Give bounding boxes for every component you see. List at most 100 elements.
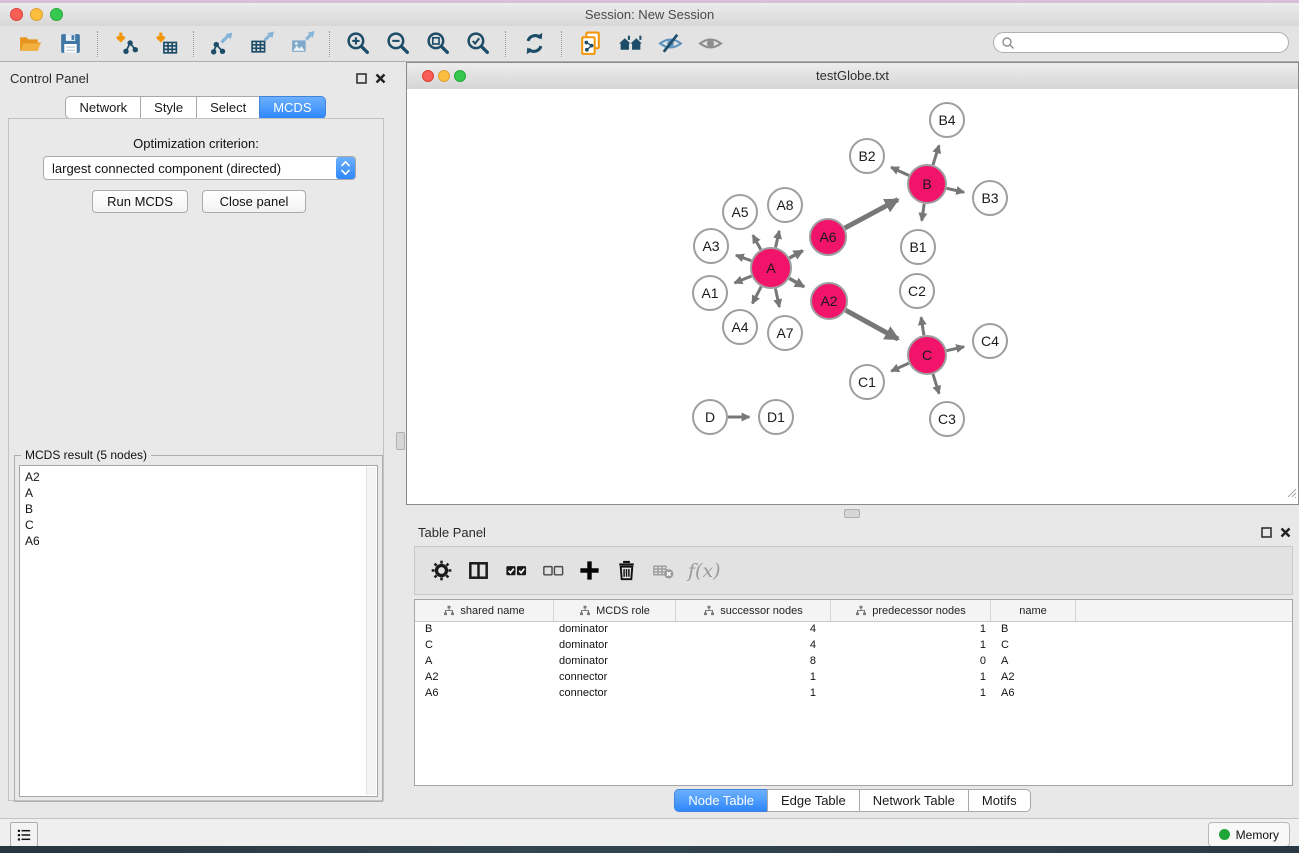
tab-network-table[interactable]: Network Table bbox=[859, 789, 969, 812]
table-cell[interactable]: 1 bbox=[676, 685, 831, 701]
table-cell[interactable]: A6 bbox=[991, 685, 1076, 701]
table-cell[interactable]: 4 bbox=[676, 637, 831, 653]
result-list-scrollbar[interactable] bbox=[366, 467, 376, 795]
toolbar-button-refresh[interactable] bbox=[519, 29, 549, 59]
graph-node-A8[interactable]: A8 bbox=[768, 188, 802, 222]
table-toolbar-button-add-column[interactable] bbox=[575, 556, 605, 586]
table-row[interactable]: Cdominator41C bbox=[415, 637, 1292, 653]
table-cell[interactable]: connector bbox=[554, 685, 676, 701]
close-panel-button[interactable]: Close panel bbox=[202, 190, 306, 213]
table-toolbar-button-delete-column[interactable] bbox=[612, 556, 642, 586]
memory-button[interactable]: Memory bbox=[1208, 822, 1290, 847]
graph-node-A4[interactable]: A4 bbox=[723, 310, 757, 344]
toolbar-button-home[interactable] bbox=[615, 29, 645, 59]
search-field[interactable] bbox=[993, 32, 1289, 53]
toolbar-button-export-image[interactable] bbox=[287, 29, 317, 59]
table-cell[interactable]: B bbox=[415, 621, 554, 637]
table-toolbar-button-select-all[interactable] bbox=[501, 556, 531, 586]
column-header-predecessor-nodes[interactable]: predecessor nodes bbox=[831, 600, 991, 621]
graph-node-C4[interactable]: C4 bbox=[973, 324, 1007, 358]
toolbar-button-import-network[interactable] bbox=[111, 29, 141, 59]
graph-edge-A-A7[interactable] bbox=[775, 289, 779, 307]
column-header-shared-name[interactable]: shared name bbox=[415, 600, 554, 621]
graph-node-C3[interactable]: C3 bbox=[930, 402, 964, 436]
close-table-panel-icon[interactable] bbox=[1279, 526, 1292, 539]
graph-node-A[interactable]: A bbox=[751, 248, 791, 288]
table-row[interactable]: Adominator80A bbox=[415, 653, 1292, 669]
graph-edge-B-B1[interactable] bbox=[922, 204, 924, 221]
run-mcds-button[interactable]: Run MCDS bbox=[92, 190, 188, 213]
table-cell[interactable]: C bbox=[415, 637, 554, 653]
graph-node-A1[interactable]: A1 bbox=[693, 276, 727, 310]
search-input[interactable] bbox=[1015, 34, 1288, 52]
table-cell[interactable]: A2 bbox=[415, 669, 554, 685]
mcds-result-item[interactable]: A bbox=[20, 485, 377, 501]
tab-mcds[interactable]: MCDS bbox=[259, 96, 325, 119]
vertical-splitter-grip[interactable] bbox=[396, 432, 405, 450]
close-panel-icon[interactable] bbox=[374, 72, 387, 85]
graph-edge-C-C3[interactable] bbox=[933, 374, 939, 394]
graph-node-C[interactable]: C bbox=[908, 336, 946, 374]
tab-network[interactable]: Network bbox=[65, 96, 141, 119]
table-cell[interactable]: 0 bbox=[831, 653, 991, 669]
graph-node-A2[interactable]: A2 bbox=[811, 283, 847, 319]
toolbar-button-export-table[interactable] bbox=[247, 29, 277, 59]
graph-node-B4[interactable]: B4 bbox=[930, 103, 964, 137]
table-cell[interactable]: 1 bbox=[831, 685, 991, 701]
table-cell[interactable]: 8 bbox=[676, 653, 831, 669]
table-cell[interactable]: dominator bbox=[554, 653, 676, 669]
column-header-successor-nodes[interactable]: successor nodes bbox=[676, 600, 831, 621]
graph-edge-C-C4[interactable] bbox=[947, 347, 965, 351]
graph-edge-B-B3[interactable] bbox=[947, 188, 965, 192]
tab-select[interactable]: Select bbox=[196, 96, 260, 119]
table-cell[interactable]: A2 bbox=[991, 669, 1076, 685]
graph-node-A7[interactable]: A7 bbox=[768, 316, 802, 350]
table-cell[interactable]: dominator bbox=[554, 637, 676, 653]
toolbar-button-save-session[interactable] bbox=[55, 29, 85, 59]
graph-edge-A6-B[interactable] bbox=[845, 200, 898, 228]
table-row[interactable]: A6connector11A6 bbox=[415, 685, 1292, 701]
graph-edge-C-C1[interactable] bbox=[891, 363, 909, 371]
table-cell[interactable]: A bbox=[991, 653, 1076, 669]
graph-edge-A-A8[interactable] bbox=[776, 231, 780, 248]
graph-node-D[interactable]: D bbox=[693, 400, 727, 434]
table-cell[interactable]: B bbox=[991, 621, 1076, 637]
toolbar-button-zoom-selected[interactable] bbox=[463, 29, 493, 59]
graph-node-A5[interactable]: A5 bbox=[723, 195, 757, 229]
tab-node-table[interactable]: Node Table bbox=[674, 789, 768, 812]
table-cell[interactable]: 1 bbox=[676, 669, 831, 685]
column-header-MCDS-role[interactable]: MCDS role bbox=[554, 600, 676, 621]
toolbar-button-show-all[interactable] bbox=[695, 29, 725, 59]
column-header-name[interactable]: name bbox=[991, 600, 1076, 621]
tab-edge-table[interactable]: Edge Table bbox=[767, 789, 860, 812]
graph-edge-A-A3[interactable] bbox=[736, 255, 751, 261]
toolbar-button-export-network[interactable] bbox=[207, 29, 237, 59]
mcds-result-list[interactable]: A2ABCA6 bbox=[19, 465, 378, 797]
table-cell[interactable]: 4 bbox=[676, 621, 831, 637]
graph-node-D1[interactable]: D1 bbox=[759, 400, 793, 434]
graph-edge-A-A5[interactable] bbox=[753, 235, 761, 249]
table-cell[interactable]: 1 bbox=[831, 621, 991, 637]
criterion-dropdown[interactable]: largest connected component (directed) bbox=[43, 156, 356, 180]
toolbar-button-copy-network[interactable] bbox=[575, 29, 605, 59]
network-canvas[interactable]: B4B2BB3A5A8A6B1A3AA1C2A2A4A7C4CC1C3DD1 bbox=[407, 89, 1298, 504]
toolbar-button-zoom-out[interactable] bbox=[383, 29, 413, 59]
table-cell[interactable]: 1 bbox=[831, 669, 991, 685]
float-table-panel-icon[interactable] bbox=[1260, 526, 1273, 539]
graph-node-C2[interactable]: C2 bbox=[900, 274, 934, 308]
graph-edge-B-B4[interactable] bbox=[933, 145, 939, 165]
graph-node-B2[interactable]: B2 bbox=[850, 139, 884, 173]
window-resize-grip[interactable] bbox=[1284, 485, 1297, 503]
float-panel-icon[interactable] bbox=[355, 72, 368, 85]
graph-node-A3[interactable]: A3 bbox=[694, 229, 728, 263]
mcds-result-item[interactable]: C bbox=[20, 517, 377, 533]
horizontal-splitter-grip[interactable] bbox=[844, 509, 860, 518]
graph-edge-C-C2[interactable] bbox=[921, 317, 924, 335]
toolbar-button-zoom-fit[interactable] bbox=[423, 29, 453, 59]
mcds-result-item[interactable]: B bbox=[20, 501, 377, 517]
graph-edge-A-A4[interactable] bbox=[752, 287, 761, 304]
table-row[interactable]: Bdominator41B bbox=[415, 621, 1292, 637]
table-cell[interactable]: connector bbox=[554, 669, 676, 685]
mcds-result-item[interactable]: A2 bbox=[20, 466, 377, 485]
graph-edge-A-A2[interactable] bbox=[789, 278, 804, 286]
